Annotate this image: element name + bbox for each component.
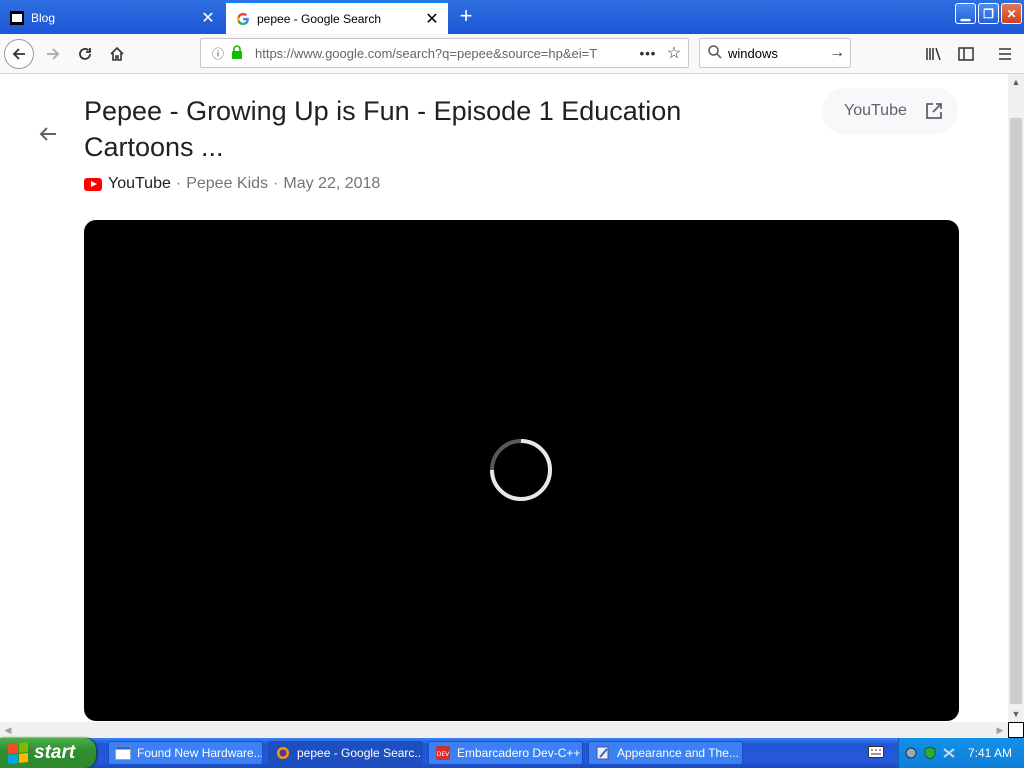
scroll-left-arrow-icon[interactable]: ◀	[0, 722, 16, 738]
taskbar-item-dev-cpp[interactable]: DEV Embarcadero Dev-C++	[428, 741, 583, 765]
video-player[interactable]	[84, 220, 959, 721]
loading-spinner-icon	[490, 439, 553, 502]
safely-remove-hardware-icon[interactable]	[904, 746, 918, 760]
horizontal-scrollbar[interactable]: ◀ ▶	[0, 722, 1008, 738]
restore-icon[interactable]: ❐	[978, 3, 999, 24]
separator: ·	[273, 175, 279, 192]
tab-strip: Blog ✕ pepee - Google Search ✕ + ▁ ❐ ✕	[0, 0, 1024, 34]
back-arrow-icon	[4, 39, 34, 69]
taskbar: start Found New Hardware... pepee - Goog…	[0, 738, 1024, 768]
channel-name: Pepee Kids	[186, 175, 269, 192]
tab-blog[interactable]: Blog ✕	[0, 1, 224, 34]
dev-cpp-app-icon: DEV	[436, 746, 450, 760]
tab-google-search[interactable]: pepee - Google Search ✕	[226, 1, 448, 34]
windows-flag-icon	[8, 741, 28, 765]
scroll-thumb[interactable]	[1010, 118, 1022, 704]
firefox-app-icon	[277, 747, 289, 759]
youtube-open-chip[interactable]: YouTube	[822, 88, 958, 134]
home-button[interactable]	[102, 39, 132, 69]
vertical-scrollbar[interactable]: ▲ ▼	[1008, 74, 1024, 722]
hamburger-menu-icon	[999, 48, 1011, 60]
url-text: https://www.google.com/search?q=pepee&so…	[255, 45, 598, 61]
page-actions-icon[interactable]: •••	[636, 46, 660, 61]
minimize-icon[interactable]: ▁	[955, 3, 976, 24]
close-tab-icon[interactable]: ✕	[198, 8, 218, 28]
reload-button[interactable]	[70, 39, 100, 69]
task-label: pepee - Google Searc...	[297, 746, 423, 760]
window-controls: ▁ ❐ ✕	[955, 3, 1022, 24]
control-panel-app-icon	[596, 746, 609, 760]
keyboard-icon[interactable]	[868, 746, 884, 758]
task-label: Found New Hardware...	[137, 746, 263, 760]
library-button[interactable]	[919, 39, 949, 69]
info-icon[interactable]: ⓘ	[209, 45, 227, 62]
task-label: Embarcadero Dev-C++	[457, 746, 581, 760]
system-tray: 7:41 AM	[898, 738, 1024, 768]
scrollbar-corner	[1008, 722, 1024, 738]
task-label: Appearance and The...	[617, 746, 739, 760]
source-name: YouTube	[108, 175, 171, 192]
tab-title: pepee - Google Search	[257, 11, 382, 26]
search-icon	[708, 44, 722, 62]
library-icon	[926, 47, 941, 61]
google-favicon-icon	[235, 11, 251, 27]
publish-date: May 22, 2018	[283, 175, 381, 192]
url-bar[interactable]: ⓘ https://www.google.com/search?q=pepee&…	[200, 38, 689, 68]
scroll-down-arrow-icon[interactable]: ▼	[1008, 706, 1024, 722]
scroll-up-arrow-icon[interactable]: ▲	[1008, 74, 1024, 90]
back-arrow-icon[interactable]	[36, 122, 60, 146]
youtube-logo-icon	[84, 177, 102, 191]
forward-arrow-icon	[47, 48, 60, 60]
home-icon	[110, 46, 124, 61]
blog-favicon-icon	[9, 10, 25, 26]
result-title[interactable]: Pepee - Growing Up is Fun - Episode 1 Ed…	[84, 93, 744, 165]
taskbar-item-found-new-hardware[interactable]: Found New Hardware...	[108, 741, 263, 765]
chip-label: YouTube	[844, 102, 907, 119]
search-go-arrow-icon[interactable]: →	[824, 44, 850, 62]
lock-icon	[231, 44, 247, 62]
start-button[interactable]: start	[0, 738, 96, 768]
page-content: Pepee - Growing Up is Fun - Episode 1 Ed…	[0, 74, 1008, 722]
navigation-toolbar: ⓘ https://www.google.com/search?q=pepee&…	[0, 34, 1024, 74]
scroll-right-arrow-icon[interactable]: ▶	[992, 722, 1008, 738]
menu-button[interactable]	[990, 39, 1020, 69]
search-bar[interactable]: windows →	[699, 38, 851, 68]
back-button[interactable]	[4, 39, 34, 69]
taskbar-item-appearance-themes[interactable]: Appearance and The...	[588, 741, 743, 765]
window-app-icon	[115, 746, 131, 760]
taskbar-item-google-search[interactable]: pepee - Google Searc...	[268, 741, 423, 765]
network-icon[interactable]	[942, 746, 956, 760]
security-shield-icon[interactable]	[923, 746, 937, 760]
reload-icon	[79, 48, 91, 60]
start-label: start	[34, 742, 76, 763]
close-tab-icon[interactable]: ✕	[422, 9, 442, 29]
sidebar-icon	[958, 47, 974, 61]
result-meta: YouTube · Pepee Kids · May 22, 2018	[84, 175, 380, 193]
close-window-icon[interactable]: ✕	[1001, 3, 1022, 24]
sidebar-button[interactable]	[951, 39, 981, 69]
search-input[interactable]: windows	[728, 46, 824, 61]
bookmark-star-icon[interactable]: ☆	[660, 43, 688, 63]
svg-text:DEV: DEV	[437, 751, 450, 758]
open-external-icon	[925, 103, 942, 119]
forward-button[interactable]	[38, 39, 68, 69]
clock[interactable]: 7:41 AM	[968, 746, 1012, 760]
separator: ·	[175, 175, 182, 192]
tab-title: Blog	[31, 10, 56, 25]
new-tab-plus-icon[interactable]: +	[454, 4, 478, 28]
